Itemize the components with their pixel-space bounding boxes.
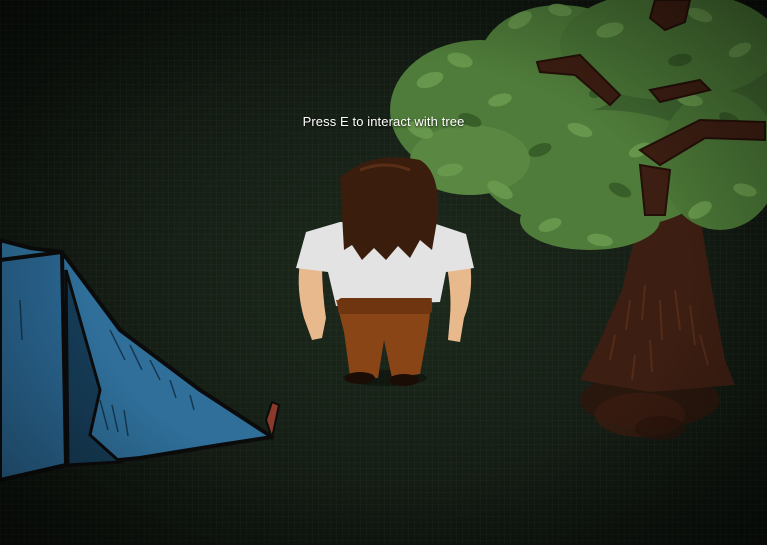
- player-right-arm: [446, 262, 472, 342]
- interaction-prompt: Press E to interact with tree: [0, 114, 767, 129]
- interaction-prompt-text: Press E to interact with tree: [302, 114, 465, 129]
- player-belt: [338, 298, 432, 314]
- game-viewport[interactable]: Press E to interact with tree: [0, 0, 767, 545]
- player-left-shoe: [345, 372, 375, 384]
- player-character[interactable]: [0, 0, 767, 545]
- player-left-arm: [298, 262, 326, 340]
- player-right-shoe: [389, 374, 419, 386]
